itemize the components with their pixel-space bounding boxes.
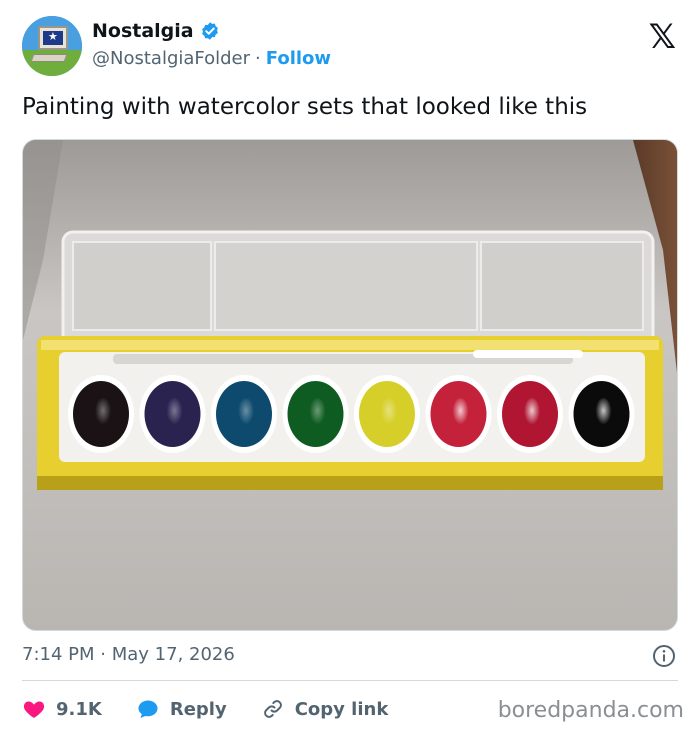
copy-link-button[interactable]: Copy link	[261, 697, 389, 721]
like-count: 9.1K	[56, 698, 102, 720]
x-logo-icon[interactable]: 𝕏	[649, 20, 676, 54]
tweet-text: Painting with watercolor sets that looke…	[22, 94, 588, 120]
follow-button[interactable]: Follow	[266, 48, 331, 69]
handle-separator: ·	[255, 48, 261, 69]
info-icon[interactable]	[652, 644, 676, 668]
paint-pan-highlight	[524, 398, 540, 426]
heart-icon	[23, 701, 45, 718]
star-icon: ★	[48, 30, 58, 43]
meta-separator: ·	[100, 644, 106, 665]
tweet-photo[interactable]	[22, 139, 678, 631]
avatar-screen: ★	[43, 30, 63, 45]
paint-pan-highlight	[95, 398, 111, 426]
watermark: boredpanda.com	[497, 698, 684, 723]
verified-badge-icon	[201, 22, 218, 40]
paint-pan-highlight	[166, 398, 183, 426]
author-handle-row: @NostalgiaFolder · Follow	[92, 48, 331, 69]
tweet-header: ★ Nostalgia @NostalgiaFolder · Follow 𝕏	[22, 16, 682, 78]
reply-bubble-icon	[138, 700, 158, 718]
tweet-time: 7:14 PM	[22, 644, 95, 665]
divider	[22, 680, 678, 681]
paint-pan-highlight	[452, 398, 469, 426]
tweet-date: May 17, 2026	[111, 644, 235, 665]
paint-pan-highlight	[381, 398, 397, 426]
copy-link-label: Copy link	[294, 698, 389, 720]
paint-pan-highlight	[595, 398, 612, 426]
avatar-keyboard	[30, 54, 68, 62]
author-name[interactable]: Nostalgia	[92, 20, 194, 42]
tweet-actions: 9.1K Reply Copy link	[22, 694, 422, 724]
author-handle[interactable]: @NostalgiaFolder	[92, 48, 250, 69]
tweet-timestamp[interactable]: 7:14 PM · May 17, 2026	[22, 644, 235, 665]
reply-label: Reply	[169, 698, 227, 720]
watercolor-set-image	[23, 140, 677, 630]
reply-button[interactable]: Reply	[136, 697, 227, 721]
author-name-row: Nostalgia	[92, 20, 220, 42]
paint-pan-highlight	[309, 398, 326, 426]
like-button[interactable]: 9.1K	[22, 697, 102, 721]
avatar-monitor: ★	[38, 26, 68, 50]
link-icon	[263, 700, 282, 718]
avatar[interactable]: ★	[22, 16, 82, 76]
paint-pan-highlight	[238, 398, 254, 426]
